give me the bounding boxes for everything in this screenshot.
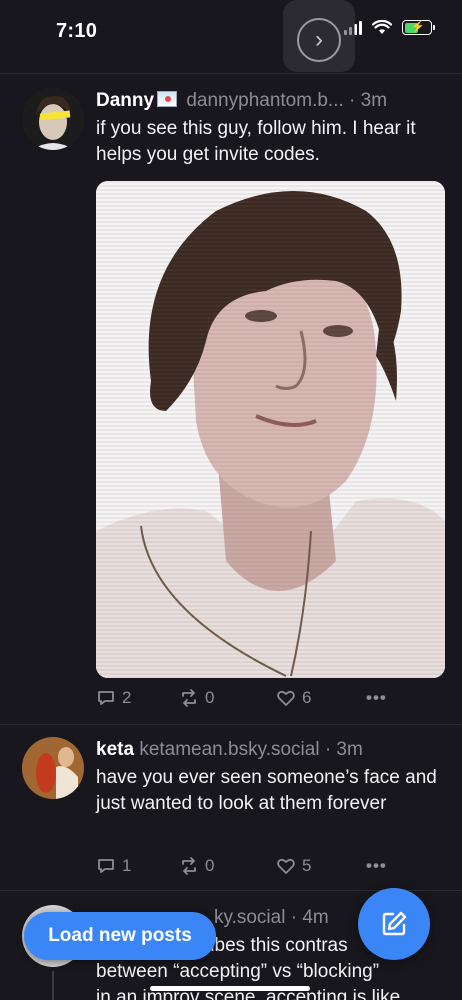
repost-button[interactable]: 0 [179, 688, 276, 708]
author-handle[interactable]: dannyphantom.b... [186, 90, 343, 111]
thread-line [52, 971, 54, 1000]
more-button[interactable]: ••• [366, 688, 387, 708]
home-indicator[interactable] [150, 986, 310, 991]
repost-button[interactable]: 0 [179, 856, 276, 876]
avatar[interactable] [22, 737, 84, 799]
more-button[interactable]: ••• [366, 856, 387, 876]
battery-icon: ⚡ [402, 20, 435, 35]
reply-icon [98, 859, 114, 873]
post-text-line: between “accepting” vs “blocking” [96, 961, 380, 982]
post-meta: keta ketamean.bsky.social · 3m [96, 739, 446, 761]
reply-button[interactable]: 1 [96, 856, 179, 876]
post-actions: 2 0 6 ••• [96, 688, 396, 708]
like-icon [277, 858, 295, 874]
post-text: if you see this guy, follow him. I hear … [96, 118, 416, 165]
status-bar: 7:10 ⚡ [0, 0, 462, 64]
like-count: 5 [302, 856, 312, 875]
chevron-right-icon[interactable]: › [297, 18, 341, 62]
post-image[interactable] [96, 181, 445, 678]
reply-count: 2 [122, 688, 132, 707]
post-keta[interactable]: keta ketamean.bsky.social · 3m have you … [0, 725, 462, 890]
status-icons: ⚡ [344, 20, 435, 35]
compose-icon [382, 911, 407, 936]
repost-icon [182, 857, 196, 875]
post-text: have you ever seen someone’s face and ju… [96, 767, 437, 814]
post-time: · 3m [324, 739, 363, 760]
load-new-posts-button[interactable]: Load new posts [24, 912, 216, 960]
post-time: · 4m [290, 907, 329, 928]
avatar[interactable] [22, 88, 84, 150]
reply-button[interactable]: 2 [96, 688, 179, 708]
more-icon: ••• [366, 856, 387, 875]
post-meta: Danny dannyphantom.b... · 3m [96, 90, 446, 112]
like-button[interactable]: 5 [276, 856, 366, 876]
repost-count: 0 [205, 688, 215, 707]
like-count: 6 [302, 688, 312, 707]
navigation-overlay[interactable]: › [283, 0, 355, 72]
author-name[interactable]: keta [96, 739, 134, 760]
compose-button[interactable] [358, 888, 430, 960]
flag-emoji-icon [157, 91, 178, 107]
author-handle[interactable]: ky.social [214, 907, 285, 928]
post-actions: 1 0 5 ••• [96, 856, 396, 876]
author-handle[interactable]: ketamean.bsky.social [139, 739, 319, 760]
wifi-icon [372, 20, 392, 34]
author-name[interactable]: Danny [96, 90, 154, 111]
repost-icon [182, 689, 196, 707]
more-icon: ••• [366, 688, 387, 707]
post-time: · 3m [349, 90, 388, 111]
repost-count: 0 [205, 856, 215, 875]
like-icon [277, 690, 295, 706]
reply-count: 1 [122, 856, 132, 875]
like-button[interactable]: 6 [276, 688, 366, 708]
reply-icon [98, 691, 114, 705]
post-danny[interactable]: Danny dannyphantom.b... · 3m if you see … [0, 74, 462, 724]
status-time: 7:10 [56, 20, 98, 42]
